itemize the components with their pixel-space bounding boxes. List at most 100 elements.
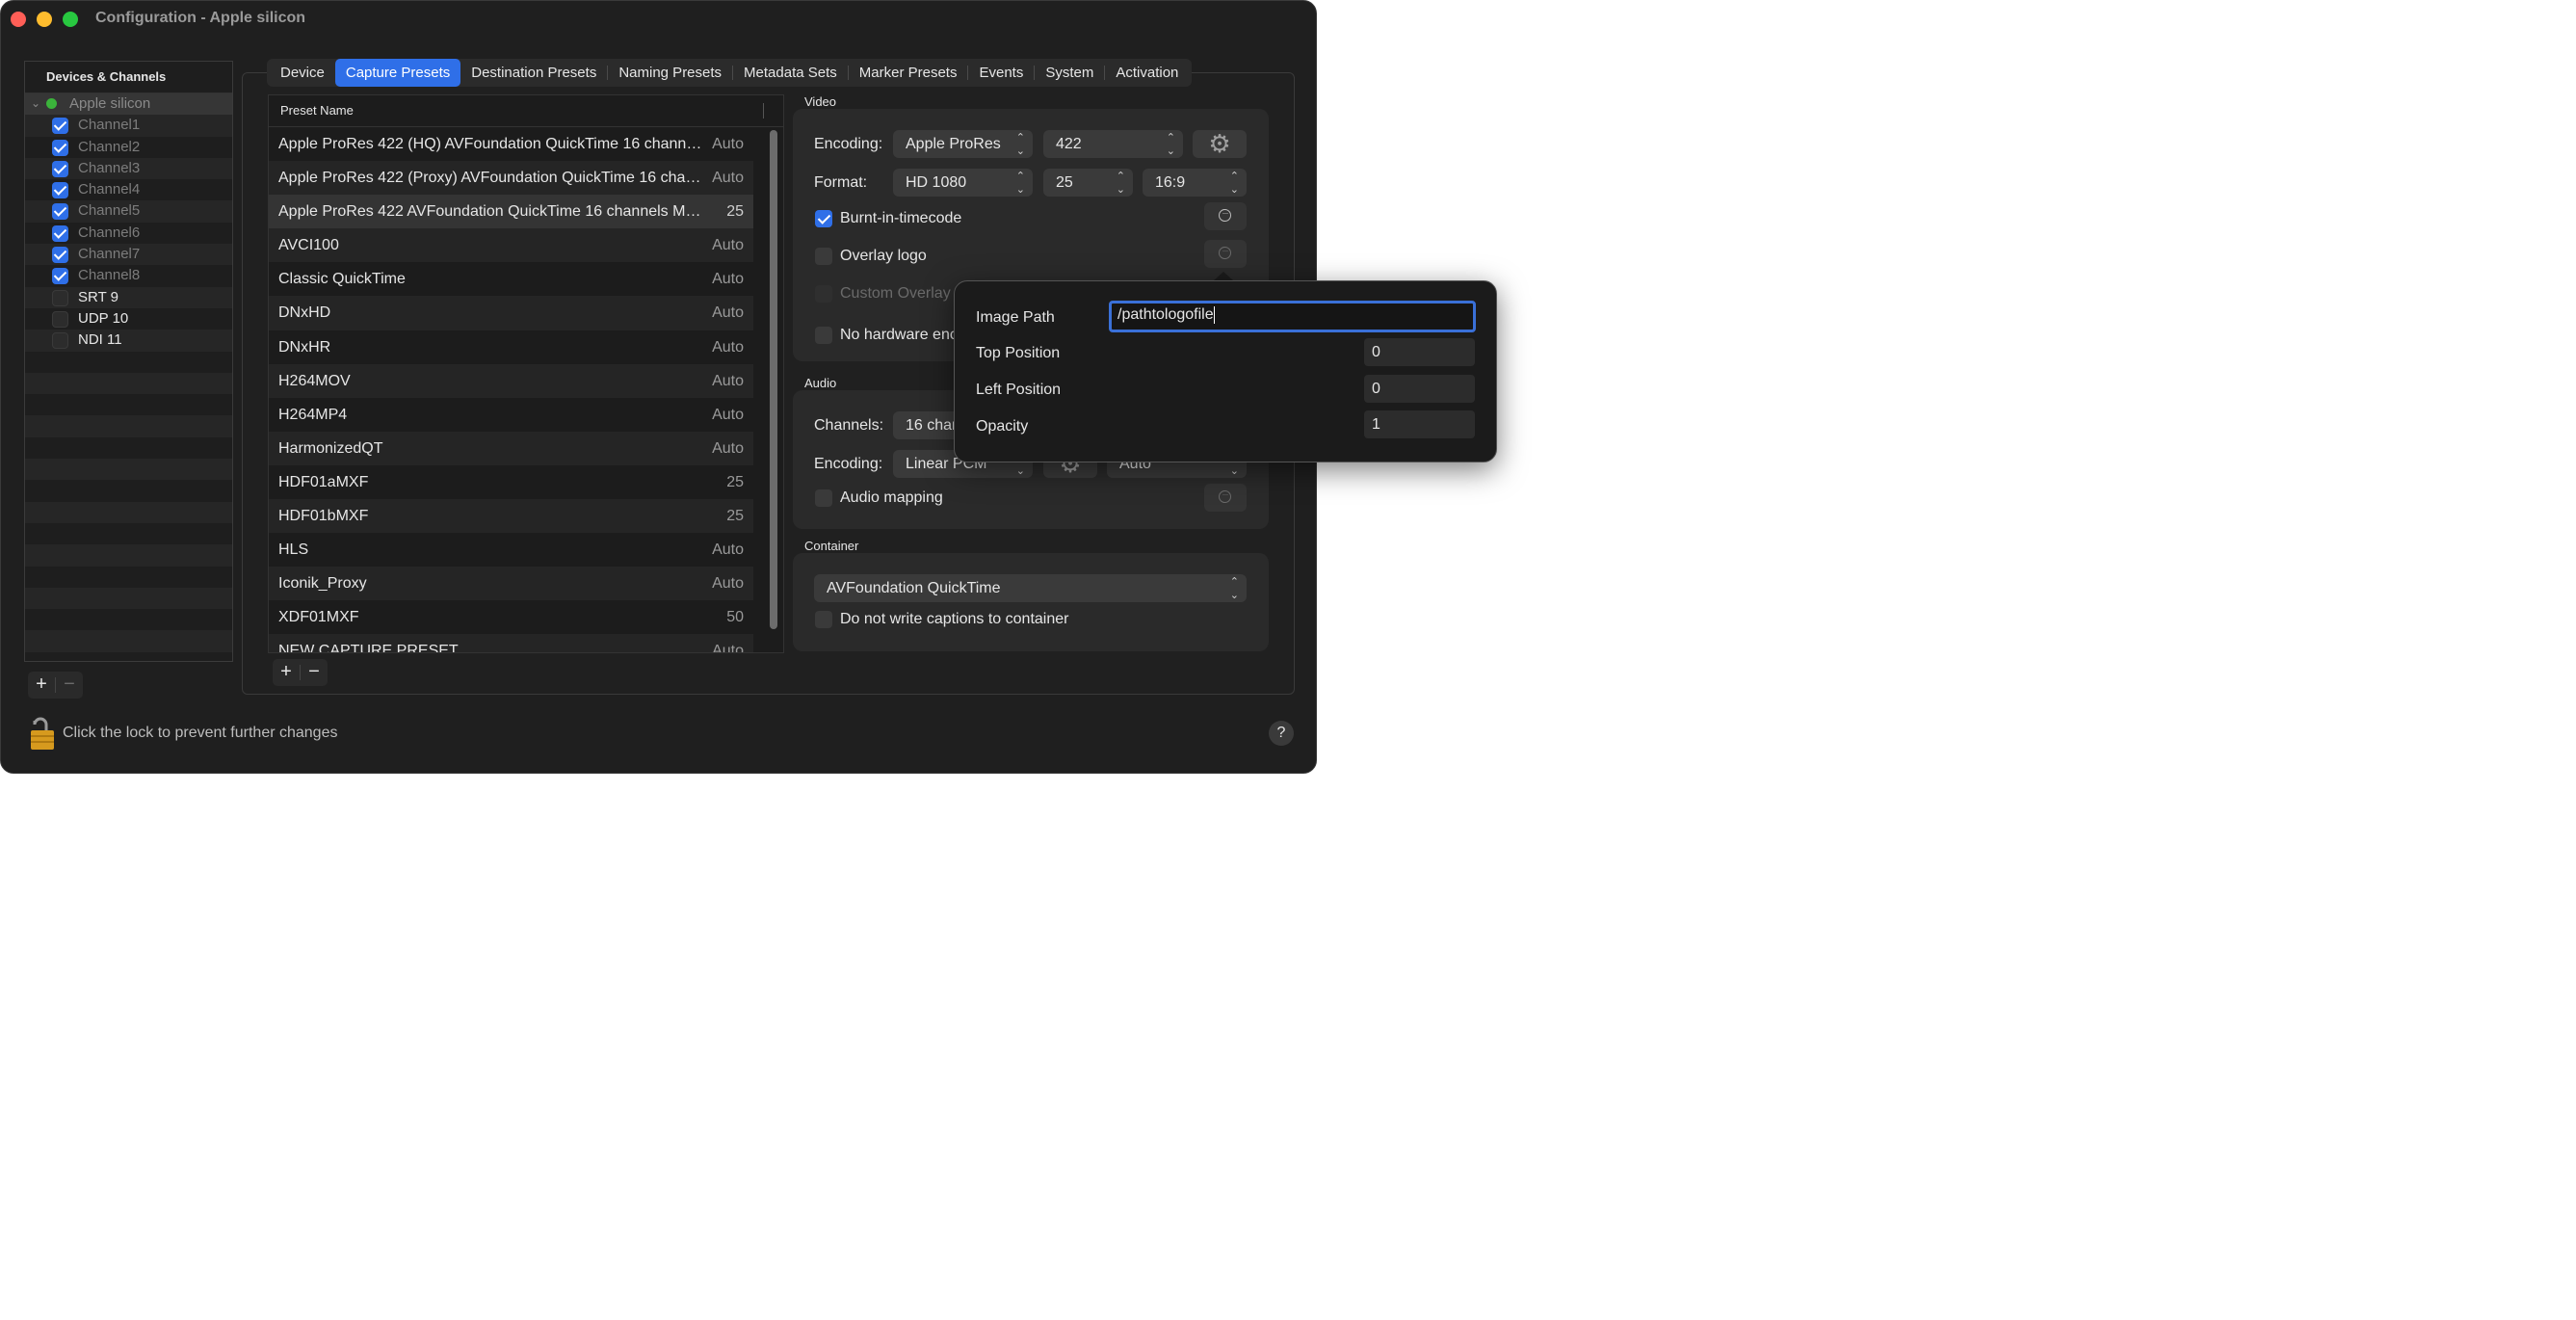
preset-row[interactable]: HDF01bMXF 25 [269, 499, 753, 534]
custom-overlay-checkbox[interactable] [815, 285, 832, 303]
sidebar-empty-row [25, 459, 232, 481]
lock-icon[interactable] [29, 717, 56, 756]
tab-marker-presets[interactable]: Marker Presets [849, 59, 968, 87]
sidebar-channel-row[interactable]: Channel6 [25, 223, 232, 244]
preset-row[interactable]: Apple ProRes 422 AVFoundation QuickTime … [269, 195, 753, 229]
preset-row[interactable]: H264MOV Auto [269, 363, 753, 398]
channel-checkbox[interactable] [52, 268, 68, 285]
tab-capture-presets[interactable]: Capture Presets [334, 59, 461, 87]
preset-row[interactable]: Iconik_Proxy Auto [269, 567, 753, 601]
channel-checkbox[interactable] [52, 224, 68, 242]
preset-row[interactable]: HLS Auto [269, 533, 753, 567]
tab-activation[interactable]: Activation [1105, 59, 1189, 87]
tab-system[interactable]: System [1035, 59, 1104, 87]
preset-row[interactable]: Apple ProRes 422 (Proxy) AVFoundation Qu… [269, 161, 753, 196]
image-path-field[interactable]: /pathtologofile [1109, 301, 1476, 332]
remove-channel-button[interactable]: − [56, 672, 83, 699]
presets-scrollbar[interactable] [768, 130, 779, 650]
sidebar-channel-row[interactable]: Channel5 [25, 200, 232, 223]
preset-name-column-header[interactable]: Preset Name [269, 95, 783, 127]
opacity-field[interactable]: 1 [1364, 410, 1475, 438]
overlay-logo-checkbox[interactable] [815, 248, 832, 265]
sidebar-channel-row[interactable]: Channel8 [25, 265, 232, 286]
sidebar-empty-row [25, 437, 232, 459]
sidebar-empty-row [25, 652, 232, 661]
help-button[interactable]: ? [1269, 721, 1294, 746]
tab-naming-presets[interactable]: Naming Presets [608, 59, 732, 87]
timecode-options-button[interactable]: ··· [1204, 202, 1247, 230]
minimize-window-button[interactable] [37, 12, 52, 27]
channel-label: Channel4 [78, 181, 141, 198]
audio-mapping-options-button[interactable]: ··· [1204, 484, 1247, 512]
sidebar-channel-row[interactable]: SRT 9 [25, 286, 232, 308]
audio-mapping-checkbox[interactable] [815, 489, 832, 507]
channel-checkbox[interactable] [52, 139, 68, 156]
channel-checkbox[interactable] [52, 247, 68, 264]
tab-events[interactable]: Events [968, 59, 1034, 87]
sidebar-channel-row[interactable]: Channel2 [25, 137, 232, 158]
video-encoding-value: Apple ProRes [906, 136, 1001, 152]
video-format-select[interactable]: HD 1080 ⌃ ⌄ [893, 169, 1033, 197]
burnt-in-timecode-checkbox[interactable] [815, 210, 832, 227]
aspect-ratio-select[interactable]: 16:9 ⌃ ⌄ [1143, 169, 1247, 197]
video-settings-gear-button[interactable]: ⚙ [1193, 130, 1247, 158]
channel-checkbox[interactable] [52, 289, 68, 306]
frame-rate-select[interactable]: 25 ⌃ ⌄ [1043, 169, 1133, 197]
sidebar-device-row[interactable]: ⌄ Apple silicon [25, 93, 232, 116]
sidebar-channel-row[interactable]: Channel1 [25, 115, 232, 137]
container-select[interactable]: AVFoundation QuickTime ⌃ ⌄ [814, 574, 1247, 602]
preset-row[interactable]: DNxHR Auto [269, 330, 753, 364]
no-hardware-encoding-checkbox[interactable] [815, 327, 832, 344]
preset-row[interactable]: XDF01MXF 50 [269, 600, 753, 634]
preset-frame-rate: Auto [712, 237, 744, 254]
preset-row[interactable]: DNxHD Auto [269, 296, 753, 330]
updown-chevron-icon: ⌃⌄ [1229, 576, 1239, 601]
preset-row[interactable]: HDF01aMXF 25 [269, 465, 753, 499]
tab-device[interactable]: Device [270, 59, 335, 87]
preset-row[interactable]: NEW CAPTURE PRESET Auto [269, 634, 753, 652]
image-path-label: Image Path [976, 309, 1055, 326]
preset-frame-rate: Auto [712, 304, 744, 322]
channel-checkbox[interactable] [52, 118, 68, 135]
left-position-field[interactable]: 0 [1364, 375, 1475, 403]
sidebar-channel-row[interactable]: UDP 10 [25, 308, 232, 330]
top-position-label: Top Position [976, 345, 1061, 361]
zoom-window-button[interactable] [63, 12, 78, 27]
preset-frame-rate: Auto [712, 170, 744, 187]
remove-preset-button[interactable]: − [301, 659, 328, 686]
channel-checkbox[interactable] [52, 203, 68, 221]
channel-checkbox[interactable] [52, 160, 68, 177]
sidebar-channel-row[interactable]: Channel3 [25, 157, 232, 180]
preset-name: Iconik_Proxy [278, 575, 367, 593]
scroll-thumb[interactable] [770, 130, 777, 629]
sidebar-channel-row[interactable]: NDI 11 [25, 330, 232, 352]
preset-row[interactable]: Classic QuickTime Auto [269, 262, 753, 296]
preset-row[interactable]: AVCI100 Auto [269, 228, 753, 263]
channel-checkbox[interactable] [52, 310, 68, 328]
sidebar-channel-row[interactable]: Channel4 [25, 179, 232, 200]
chevron-down-icon[interactable]: ⌄ [31, 96, 40, 110]
video-profile-value: 422 [1056, 136, 1082, 152]
add-channel-button[interactable]: + [28, 672, 55, 699]
preset-row[interactable]: Apple ProRes 422 (HQ) AVFoundation Quick… [269, 127, 753, 161]
video-encoding-select[interactable]: Apple ProRes ⌃ ⌄ [893, 130, 1033, 158]
video-profile-select[interactable]: 422 ⌃ ⌄ [1043, 130, 1183, 158]
no-captions-checkbox[interactable] [815, 611, 832, 628]
sidebar-empty-row [25, 630, 232, 652]
channel-checkbox[interactable] [52, 332, 68, 350]
preset-name: HDF01bMXF [278, 508, 369, 525]
preset-name: DNxHR [278, 338, 331, 356]
preset-name: XDF01MXF [278, 609, 359, 626]
preset-name: AVCI100 [278, 237, 339, 254]
tab-destination-presets[interactable]: Destination Presets [460, 59, 607, 87]
add-preset-button[interactable]: + [273, 659, 300, 686]
channel-label: SRT 9 [78, 288, 118, 305]
channel-checkbox[interactable] [52, 182, 68, 199]
preset-row[interactable]: H264MP4 Auto [269, 398, 753, 432]
sidebar-channel-row[interactable]: Channel7 [25, 244, 232, 266]
overlay-logo-options-button[interactable]: ··· [1204, 240, 1247, 268]
close-window-button[interactable] [11, 12, 26, 27]
tab-metadata-sets[interactable]: Metadata Sets [733, 59, 848, 87]
top-position-field[interactable]: 0 [1364, 338, 1475, 366]
preset-row[interactable]: HarmonizedQT Auto [269, 431, 753, 465]
